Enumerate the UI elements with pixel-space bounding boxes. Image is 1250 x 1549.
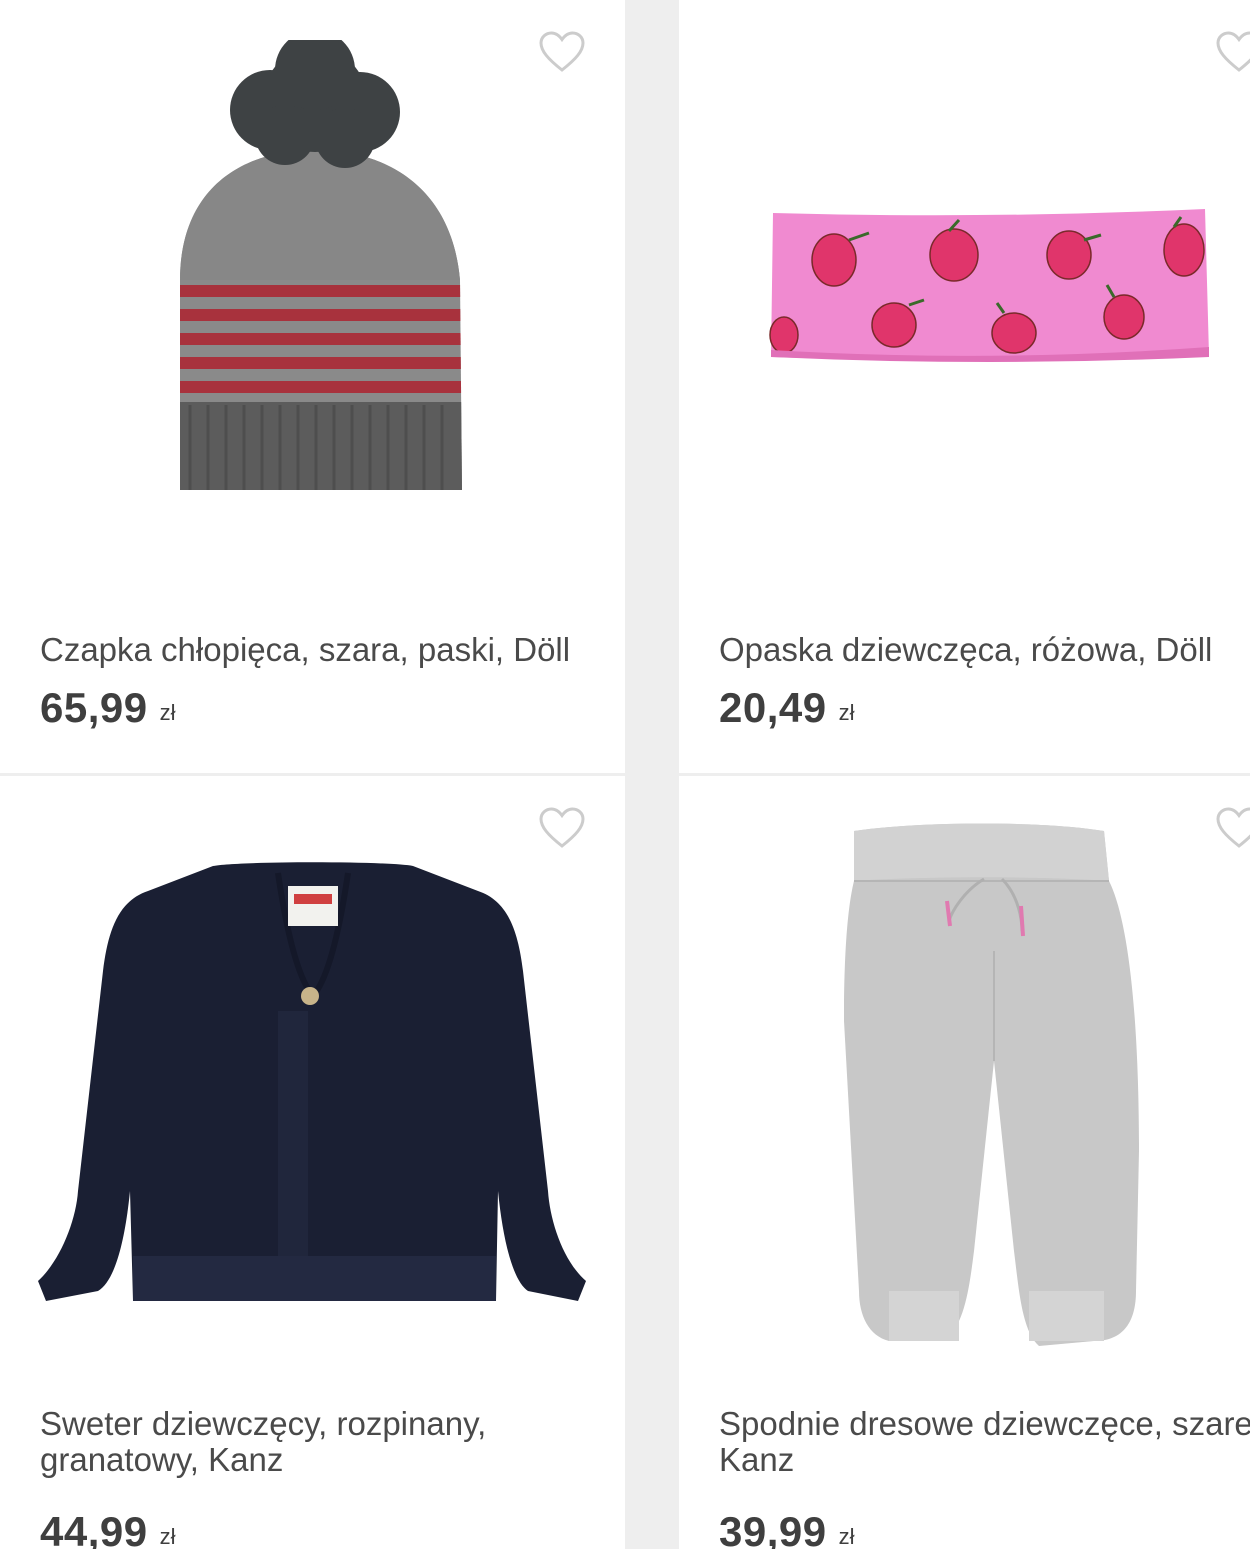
product-image[interactable]: [679, 776, 1250, 1376]
product-grid: Czapka chłopięca, szara, paski, Döll 65,…: [0, 0, 1250, 1549]
product-image[interactable]: [679, 0, 1250, 600]
price-amount: 65,99: [40, 684, 148, 731]
heart-outline-icon: [1216, 807, 1250, 848]
price-currency: zł: [159, 1524, 176, 1549]
price-amount: 39,99: [719, 1508, 827, 1549]
favorite-button[interactable]: [538, 30, 586, 74]
price-amount: 44,99: [40, 1508, 148, 1549]
heart-outline-icon: [539, 31, 585, 72]
favorite-button[interactable]: [1215, 30, 1250, 74]
price-currency: zł: [838, 700, 855, 725]
heart-outline-icon: [1216, 31, 1250, 72]
product-image[interactable]: [0, 0, 625, 600]
knitted-hat-illustration: [180, 40, 462, 490]
favorite-button[interactable]: [538, 806, 586, 850]
product-card[interactable]: Sweter dziewczęcy, rozpinany, granatowy,…: [0, 776, 625, 1549]
product-title[interactable]: Spodnie dresowe dziewczęce, szare, Kanz: [719, 1406, 1250, 1478]
strawberry-headband-illustration: [769, 209, 1209, 362]
favorite-button[interactable]: [1215, 806, 1250, 850]
navy-cardigan-illustration: [38, 862, 586, 1301]
product-title[interactable]: Opaska dziewczęca, różowa, Döll: [719, 632, 1250, 668]
product-card[interactable]: Spodnie dresowe dziewczęce, szare, Kanz …: [679, 776, 1250, 1549]
product-card[interactable]: Czapka chłopięca, szara, paski, Döll 65,…: [0, 0, 625, 773]
price-amount: 20,49: [719, 684, 827, 731]
grey-sweatpants-illustration: [844, 823, 1139, 1346]
product-price: 44,99 zł: [40, 1508, 176, 1549]
product-card[interactable]: Opaska dziewczęca, różowa, Döll 20,49 zł: [679, 0, 1250, 773]
product-image[interactable]: [0, 776, 625, 1376]
price-currency: zł: [838, 1524, 855, 1549]
product-price: 65,99 zł: [40, 684, 176, 732]
product-price: 39,99 zł: [719, 1508, 855, 1549]
heart-outline-icon: [539, 807, 585, 848]
price-currency: zł: [159, 700, 176, 725]
product-title[interactable]: Sweter dziewczęcy, rozpinany, granatowy,…: [40, 1406, 600, 1478]
product-price: 20,49 zł: [719, 684, 855, 732]
product-title[interactable]: Czapka chłopięca, szara, paski, Döll: [40, 632, 600, 668]
